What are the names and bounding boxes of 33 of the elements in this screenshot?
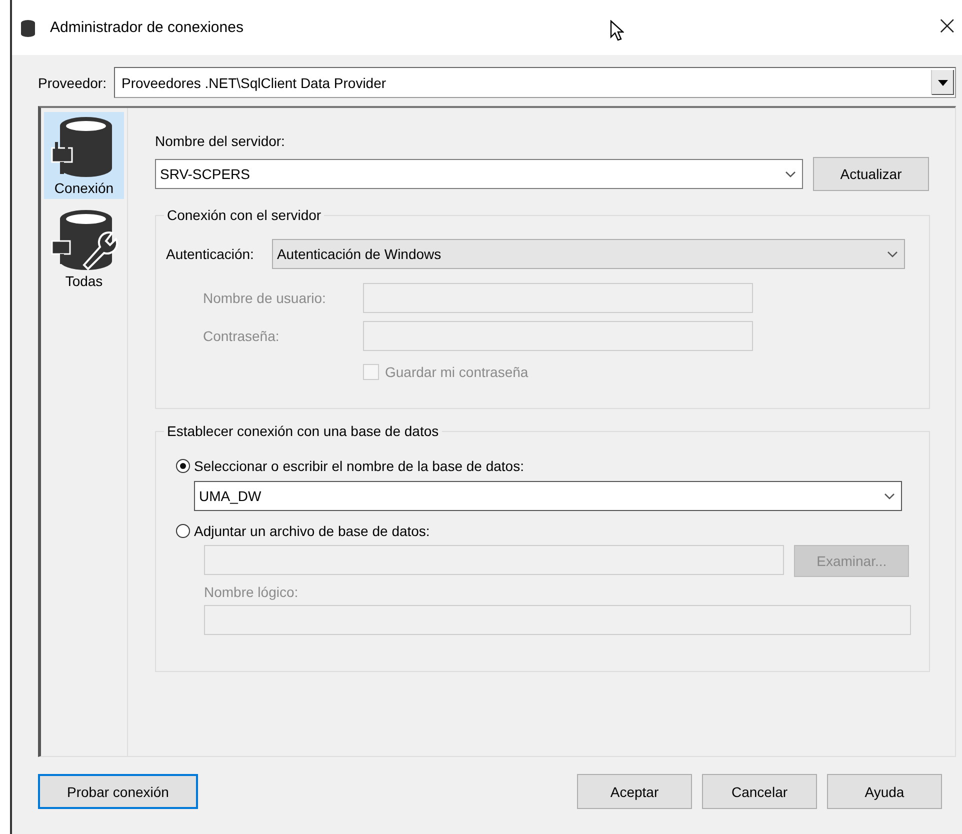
username-label: Nombre de usuario: xyxy=(203,290,327,306)
server-name-label: Nombre del servidor: xyxy=(155,133,286,149)
sidebar-item[interactable]: Conexión xyxy=(44,112,124,199)
radio-button-icon[interactable] xyxy=(176,459,190,473)
dialog-button[interactable]: Probar conexión xyxy=(38,774,198,809)
server-name-field[interactable]: SRV-SCPERS xyxy=(155,159,803,189)
username-field[interactable] xyxy=(363,282,753,312)
close-button[interactable]: × xyxy=(932,12,962,42)
chevron-down-icon xyxy=(785,170,796,178)
radio-option[interactable]: Adjuntar un archivo de base de datos: xyxy=(176,521,430,541)
refresh-button[interactable]: Actualizar xyxy=(813,157,929,191)
radio-button-icon[interactable] xyxy=(176,524,190,538)
logical-name-field[interactable] xyxy=(204,605,911,635)
chevron-down-icon xyxy=(886,250,898,258)
dialog-button[interactable]: Aceptar xyxy=(577,774,692,809)
chevron-down-icon xyxy=(884,492,895,500)
database-icon xyxy=(20,18,36,36)
window-title: Administrador de conexiones xyxy=(50,19,244,36)
authentication-label: Autenticación: xyxy=(166,246,254,262)
radio-option[interactable]: Seleccionar o escribir el nombre de la base de datos: xyxy=(176,456,524,476)
database-file-field[interactable] xyxy=(204,545,784,575)
dialog-button[interactable]: Ayuda xyxy=(827,774,942,809)
password-label: Contraseña: xyxy=(203,328,280,344)
password-field[interactable] xyxy=(363,320,753,350)
dropdown-arrow-icon xyxy=(938,80,948,86)
sidebar-item[interactable]: Todas xyxy=(44,205,124,292)
provider-label: Proveedor: xyxy=(38,74,106,90)
authentication-dropdown[interactable]: Autenticación de Windows xyxy=(272,239,905,269)
database-name-field[interactable]: UMA_DW xyxy=(194,481,902,511)
logical-name-label: Nombre lógico: xyxy=(204,584,300,600)
cursor-icon xyxy=(610,20,624,42)
provider-dropdown[interactable]: Proveedores .NET\SqlClient Data Provider xyxy=(114,67,956,98)
dialog-button[interactable]: Cancelar xyxy=(702,774,817,809)
